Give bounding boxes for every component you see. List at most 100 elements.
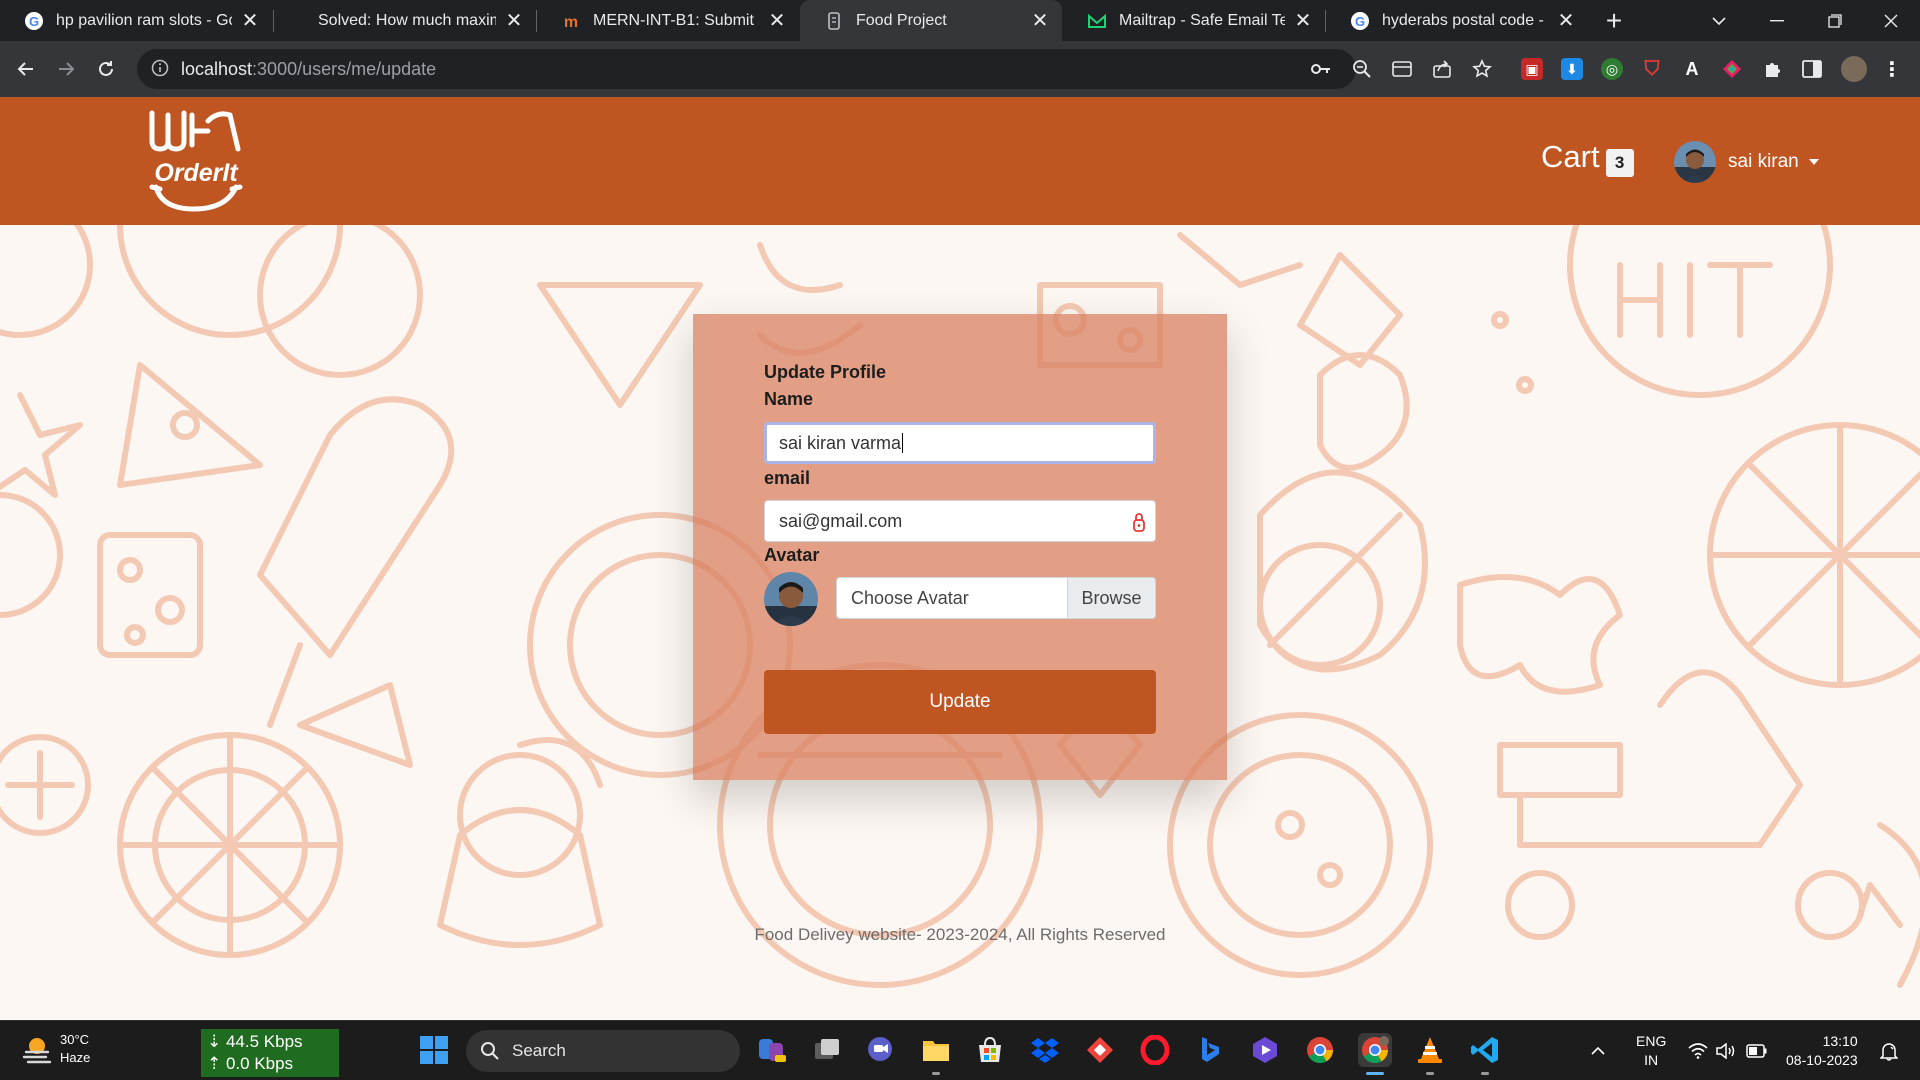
battery-icon[interactable] <box>1746 1021 1768 1080</box>
file-input-placeholder: Choose Avatar <box>851 587 969 608</box>
close-tab-icon[interactable]: ✕ <box>240 10 260 32</box>
media-player-icon[interactable] <box>1248 1033 1282 1067</box>
task-view-icon[interactable] <box>810 1033 844 1067</box>
chrome-profile-icon[interactable] <box>1358 1033 1392 1067</box>
side-panel-icon[interactable] <box>1801 58 1823 80</box>
bing-icon[interactable] <box>1193 1033 1227 1067</box>
back-icon[interactable] <box>8 51 44 87</box>
upload-speed: 0.0 Kbps <box>225 1054 294 1073</box>
copilot-icon[interactable] <box>755 1033 789 1067</box>
close-tab-icon[interactable]: ✕ <box>1556 10 1576 32</box>
tab-title: MERN-INT-B1: Submit Ora <box>593 11 759 29</box>
url-path: :3000/users/me/update <box>252 58 437 79</box>
teams-chat-icon[interactable] <box>863 1033 897 1067</box>
taskbar-search[interactable]: Search <box>466 1030 740 1072</box>
language-indicator[interactable]: ENG IN <box>1636 1021 1666 1080</box>
shield-extension-icon[interactable]: ⛉ <box>1641 58 1663 80</box>
user-avatar <box>1674 141 1716 183</box>
card-icon[interactable] <box>1392 59 1412 79</box>
name-label: Name <box>764 389 814 409</box>
tab-title: Solved: How much maximu <box>318 11 496 29</box>
vlc-icon[interactable] <box>1413 1033 1447 1067</box>
volume-icon[interactable] <box>1716 1021 1736 1080</box>
tab-search-icon[interactable] <box>1690 0 1748 41</box>
new-tab-button[interactable]: + <box>1598 5 1630 36</box>
close-tab-icon[interactable]: ✕ <box>504 10 524 32</box>
browser-tab[interactable]: G hyderabs postal code - Goo ✕ <box>1326 0 1588 41</box>
user-name: sai kiran <box>1728 151 1799 172</box>
dropbox-icon[interactable] <box>1028 1033 1062 1067</box>
windows-taskbar: 30°C Haze ⇣ 44.5 Kbps ⇡ 0.0 Kbps Search <box>0 1020 1920 1080</box>
tray-overflow-icon[interactable] <box>1590 1021 1606 1080</box>
logo-text: OrderIt <box>154 159 239 187</box>
network-speed-meter: ⇣ 44.5 Kbps ⇡ 0.0 Kbps <box>201 1029 339 1077</box>
reload-icon[interactable] <box>88 51 124 87</box>
running-indicator <box>1481 1072 1489 1075</box>
name-input[interactable]: sai kiran varma <box>764 422 1156 464</box>
microsoft-store-icon[interactable] <box>973 1033 1007 1067</box>
update-button[interactable]: Update <box>764 670 1156 734</box>
address-bar[interactable]: localhost:3000/users/me/update <box>137 49 1356 89</box>
cart-link[interactable]: Cart 3 <box>1541 139 1634 177</box>
user-menu-toggle[interactable]: sai kiran <box>1674 141 1819 183</box>
forward-icon[interactable] <box>48 51 84 87</box>
avatar-preview <box>764 572 818 626</box>
restore-icon[interactable] <box>1806 0 1864 41</box>
tab-title: Mailtrap - Safe Email Testin <box>1119 11 1285 29</box>
password-manager-icon[interactable] <box>1131 511 1147 533</box>
notification-bell-icon[interactable] <box>1880 1021 1898 1080</box>
vscode-icon[interactable] <box>1468 1033 1502 1067</box>
weather-widget[interactable]: 30°C Haze <box>22 1031 90 1067</box>
close-tab-icon[interactable]: ✕ <box>1293 10 1313 32</box>
region-code: IN <box>1644 1052 1659 1068</box>
profile-avatar[interactable] <box>1841 56 1867 82</box>
url-host: localhost <box>181 58 253 79</box>
extension-icon[interactable]: ◎ <box>1601 58 1623 80</box>
opera-icon[interactable] <box>1138 1033 1172 1067</box>
site-info-icon[interactable] <box>151 59 171 79</box>
browser-tab[interactable]: Solved: How much maximu ✕ <box>274 0 536 41</box>
weather-condition: Haze <box>60 1050 91 1065</box>
browser-tab[interactable]: G hp pavilion ram slots - Goo ✕ <box>0 0 272 41</box>
language-code: ENG <box>1636 1033 1667 1049</box>
minimize-icon[interactable] <box>1748 0 1806 41</box>
font-extension-icon[interactable]: A <box>1681 58 1703 80</box>
bookmark-star-icon[interactable] <box>1472 59 1492 79</box>
avatar-file-input[interactable]: Choose Avatar Browse <box>836 577 1156 619</box>
masai-icon: m <box>561 11 581 31</box>
cart-label: Cart <box>1541 139 1600 174</box>
password-key-icon[interactable] <box>1311 59 1331 79</box>
zoom-icon[interactable] <box>1352 59 1372 79</box>
anydesk-icon[interactable] <box>1083 1033 1117 1067</box>
page-icon <box>824 11 844 31</box>
browser-tab[interactable]: m MERN-INT-B1: Submit Ora ✕ <box>537 0 799 41</box>
browse-button[interactable]: Browse <box>1067 578 1155 618</box>
share-icon[interactable] <box>1432 59 1452 79</box>
download-speed: 44.5 Kbps <box>225 1032 303 1051</box>
download-extension-icon[interactable]: ⬇ <box>1561 58 1583 80</box>
browser-tab-active[interactable]: Food Project ✕ <box>800 0 1062 41</box>
browser-tab-strip: G hp pavilion ram slots - Goo ✕ Solved: … <box>0 0 1920 41</box>
extension-icon[interactable]: ▣ <box>1521 58 1543 80</box>
file-explorer-icon[interactable] <box>919 1033 953 1067</box>
close-tab-icon[interactable]: ✕ <box>1030 10 1050 32</box>
close-tab-icon[interactable]: ✕ <box>767 10 787 32</box>
temperature: 30°C <box>60 1032 90 1047</box>
windows-start-icon[interactable] <box>417 1033 451 1067</box>
update-profile-card: Update Profile Name sai kiran varma emai… <box>693 314 1227 780</box>
more-menu-icon[interactable]: ⋮ <box>1881 58 1903 81</box>
clock[interactable]: 13:10 08-10-2023 <box>1786 1021 1858 1080</box>
close-window-icon[interactable] <box>1862 0 1920 41</box>
color-picker-icon[interactable] <box>1721 58 1743 80</box>
chrome-icon[interactable] <box>1303 1033 1337 1067</box>
puzzle-extensions-icon[interactable] <box>1761 58 1783 80</box>
text-cursor <box>902 433 904 453</box>
google-icon: G <box>1350 11 1370 31</box>
tab-title: Food Project <box>856 11 947 29</box>
email-input[interactable]: sai@gmail.com <box>764 500 1156 542</box>
running-indicator <box>932 1072 940 1075</box>
clock-time: 13:10 <box>1822 1033 1858 1049</box>
orderit-logo[interactable]: OrderIt <box>148 105 244 217</box>
wifi-icon[interactable] <box>1688 1021 1708 1080</box>
browser-tab[interactable]: Mailtrap - Safe Email Testin ✕ <box>1063 0 1325 41</box>
